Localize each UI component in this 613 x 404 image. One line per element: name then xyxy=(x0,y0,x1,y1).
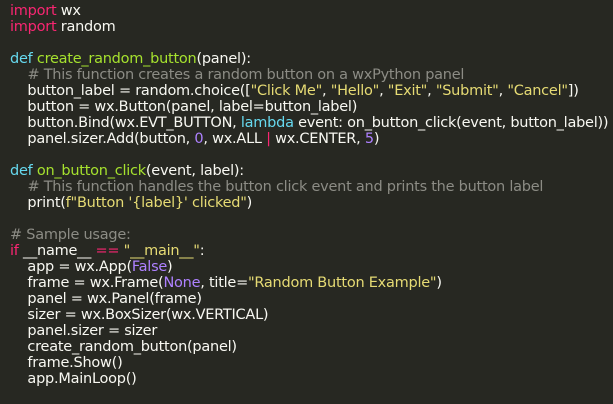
code-token: event: on_button_click(event, button_lab… xyxy=(293,115,609,131)
code-token: "Click Me" xyxy=(250,83,323,99)
code-token: button_label = random.choice([ xyxy=(10,83,251,99)
code-line: sizer = wx.BoxSizer(wx.VERTICAL) xyxy=(10,307,268,323)
code-line: create_random_button(panel) xyxy=(10,339,237,355)
code-token: 5 xyxy=(364,131,374,147)
code-token: frame.Show() xyxy=(10,355,123,371)
code-token: panel.sizer.Add(button, xyxy=(10,131,195,147)
code-token: def xyxy=(10,163,33,179)
code-token: (event, label): xyxy=(145,163,244,179)
code-line: panel.sizer = sizer xyxy=(10,323,157,339)
code-token: create_random_button(panel) xyxy=(10,339,237,355)
code-line: button = wx.Button(panel, label=button_l… xyxy=(10,99,357,115)
code-token: random xyxy=(56,19,116,35)
code-token: panel = wx.Panel(frame) xyxy=(10,291,202,307)
code-token: ) xyxy=(167,259,173,275)
code-token: import xyxy=(10,3,57,19)
code-token: on_button_click xyxy=(36,163,146,179)
code-token: def xyxy=(10,51,33,67)
code-token: , xyxy=(379,83,388,99)
code-token: , title= xyxy=(200,275,248,291)
code-token: "Cancel" xyxy=(507,83,568,99)
code-token: button = wx.Button(panel, label=button_l… xyxy=(10,99,358,115)
code-token: (panel): xyxy=(196,51,251,67)
code-line: button.Bind(wx.EVT_BUTTON, lambda event:… xyxy=(10,115,608,131)
code-token: ) xyxy=(436,275,442,291)
code-token: sizer = wx.BoxSizer(wx.VERTICAL) xyxy=(10,307,269,323)
code-token: "Exit" xyxy=(387,83,428,99)
code-line: import wx xyxy=(10,3,81,19)
code-token: ]) xyxy=(567,83,579,99)
code-token: == xyxy=(95,243,120,259)
code-line: panel = wx.Panel(frame) xyxy=(10,291,202,307)
code-line: app.MainLoop() xyxy=(10,371,137,387)
code-token: lambda xyxy=(240,115,294,131)
code-token: False xyxy=(131,259,168,275)
code-line: frame = wx.Frame(None, title="Random But… xyxy=(10,275,442,291)
code-line: if __name__ == "__main__": xyxy=(10,243,205,259)
code-token: wx xyxy=(56,3,81,19)
code-token: f"Button '{label}' clicked" xyxy=(65,195,247,211)
code-token: "__main__" xyxy=(123,243,200,259)
code-token: import xyxy=(10,19,57,35)
code-line: # Sample usage: xyxy=(10,227,131,243)
code-token: , xyxy=(427,83,436,99)
code-token: # This function creates a random button … xyxy=(27,67,465,83)
code-token: , wx.ALL xyxy=(203,131,267,147)
code-token: create_random_button xyxy=(36,51,197,67)
code-line: import random xyxy=(10,19,116,35)
code-line: # This function creates a random button … xyxy=(10,67,464,83)
code-token: __name__ xyxy=(18,243,96,259)
code-token: frame = wx.Frame( xyxy=(10,275,164,291)
code-token: None xyxy=(163,275,201,291)
code-line: button_label = random.choice(["Click Me"… xyxy=(10,83,579,99)
code-token: app = wx.App( xyxy=(10,259,132,275)
code-token: panel.sizer = sizer xyxy=(10,323,158,339)
code-token: , xyxy=(322,83,331,99)
code-token: # Sample usage: xyxy=(10,227,131,243)
code-token: : xyxy=(199,243,205,259)
code-token: wx.CENTER, xyxy=(270,131,365,147)
code-token: app.MainLoop() xyxy=(10,371,137,387)
code-line: frame.Show() xyxy=(10,355,122,371)
code-token: button.Bind(wx.EVT_BUTTON, xyxy=(10,115,241,131)
code-line: def on_button_click(event, label): xyxy=(10,163,244,179)
code-token: # This function handles the button click… xyxy=(27,179,544,195)
code-token: print( xyxy=(10,195,66,211)
code-editor[interactable]: import wx import random def create_random_… xyxy=(0,0,613,404)
code-line: def create_random_button(panel): xyxy=(10,51,251,67)
code-token: ) xyxy=(373,131,380,147)
code-line: # This function handles the button click… xyxy=(10,179,543,195)
code-token: , xyxy=(498,83,508,99)
code-token: if xyxy=(10,243,19,259)
code-token: ) xyxy=(246,195,253,211)
code-token: "Submit" xyxy=(435,83,499,99)
code-token: "Random Button Example" xyxy=(248,275,437,291)
code-line: print(f"Button '{label}' clicked") xyxy=(10,195,252,211)
code-token: "Hello" xyxy=(330,83,380,99)
code-line: app = wx.App(False) xyxy=(10,259,172,275)
code-line: panel.sizer.Add(button, 0, wx.ALL | wx.C… xyxy=(10,131,379,147)
